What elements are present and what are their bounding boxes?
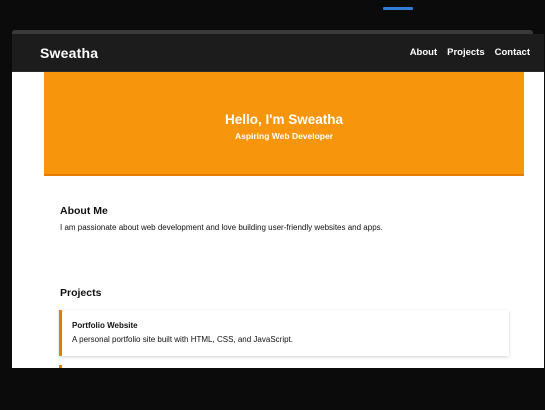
- about-text: I am passionate about web development an…: [60, 223, 383, 232]
- nav-link-about[interactable]: About: [410, 47, 437, 58]
- about-heading: About Me: [60, 205, 108, 217]
- navbar: Sweatha About Projects Contact: [12, 34, 544, 72]
- page-content[interactable]: Hello, I'm Sweatha Aspiring Web Develope…: [12, 72, 544, 368]
- project-card[interactable]: Portfolio Website A personal portfolio s…: [59, 310, 509, 356]
- nav-link-contact[interactable]: Contact: [495, 47, 530, 58]
- project-title: Portfolio Website: [72, 321, 138, 330]
- window-bottom: [12, 368, 544, 410]
- nav-link-projects[interactable]: Projects: [447, 47, 485, 58]
- brand-logo[interactable]: Sweatha: [40, 45, 98, 61]
- nav-links: About Projects Contact: [410, 47, 530, 58]
- browser-frame: Sweatha About Projects Contact Hello, I'…: [0, 0, 545, 410]
- hero-title: Hello, I'm Sweatha: [225, 111, 343, 127]
- hero-subtitle: Aspiring Web Developer: [234, 130, 334, 141]
- projects-heading: Projects: [60, 287, 102, 299]
- hero-banner: Hello, I'm Sweatha Aspiring Web Develope…: [44, 72, 524, 176]
- top-indicator: [383, 7, 413, 10]
- project-description: A personal portfolio site built with HTM…: [72, 335, 293, 344]
